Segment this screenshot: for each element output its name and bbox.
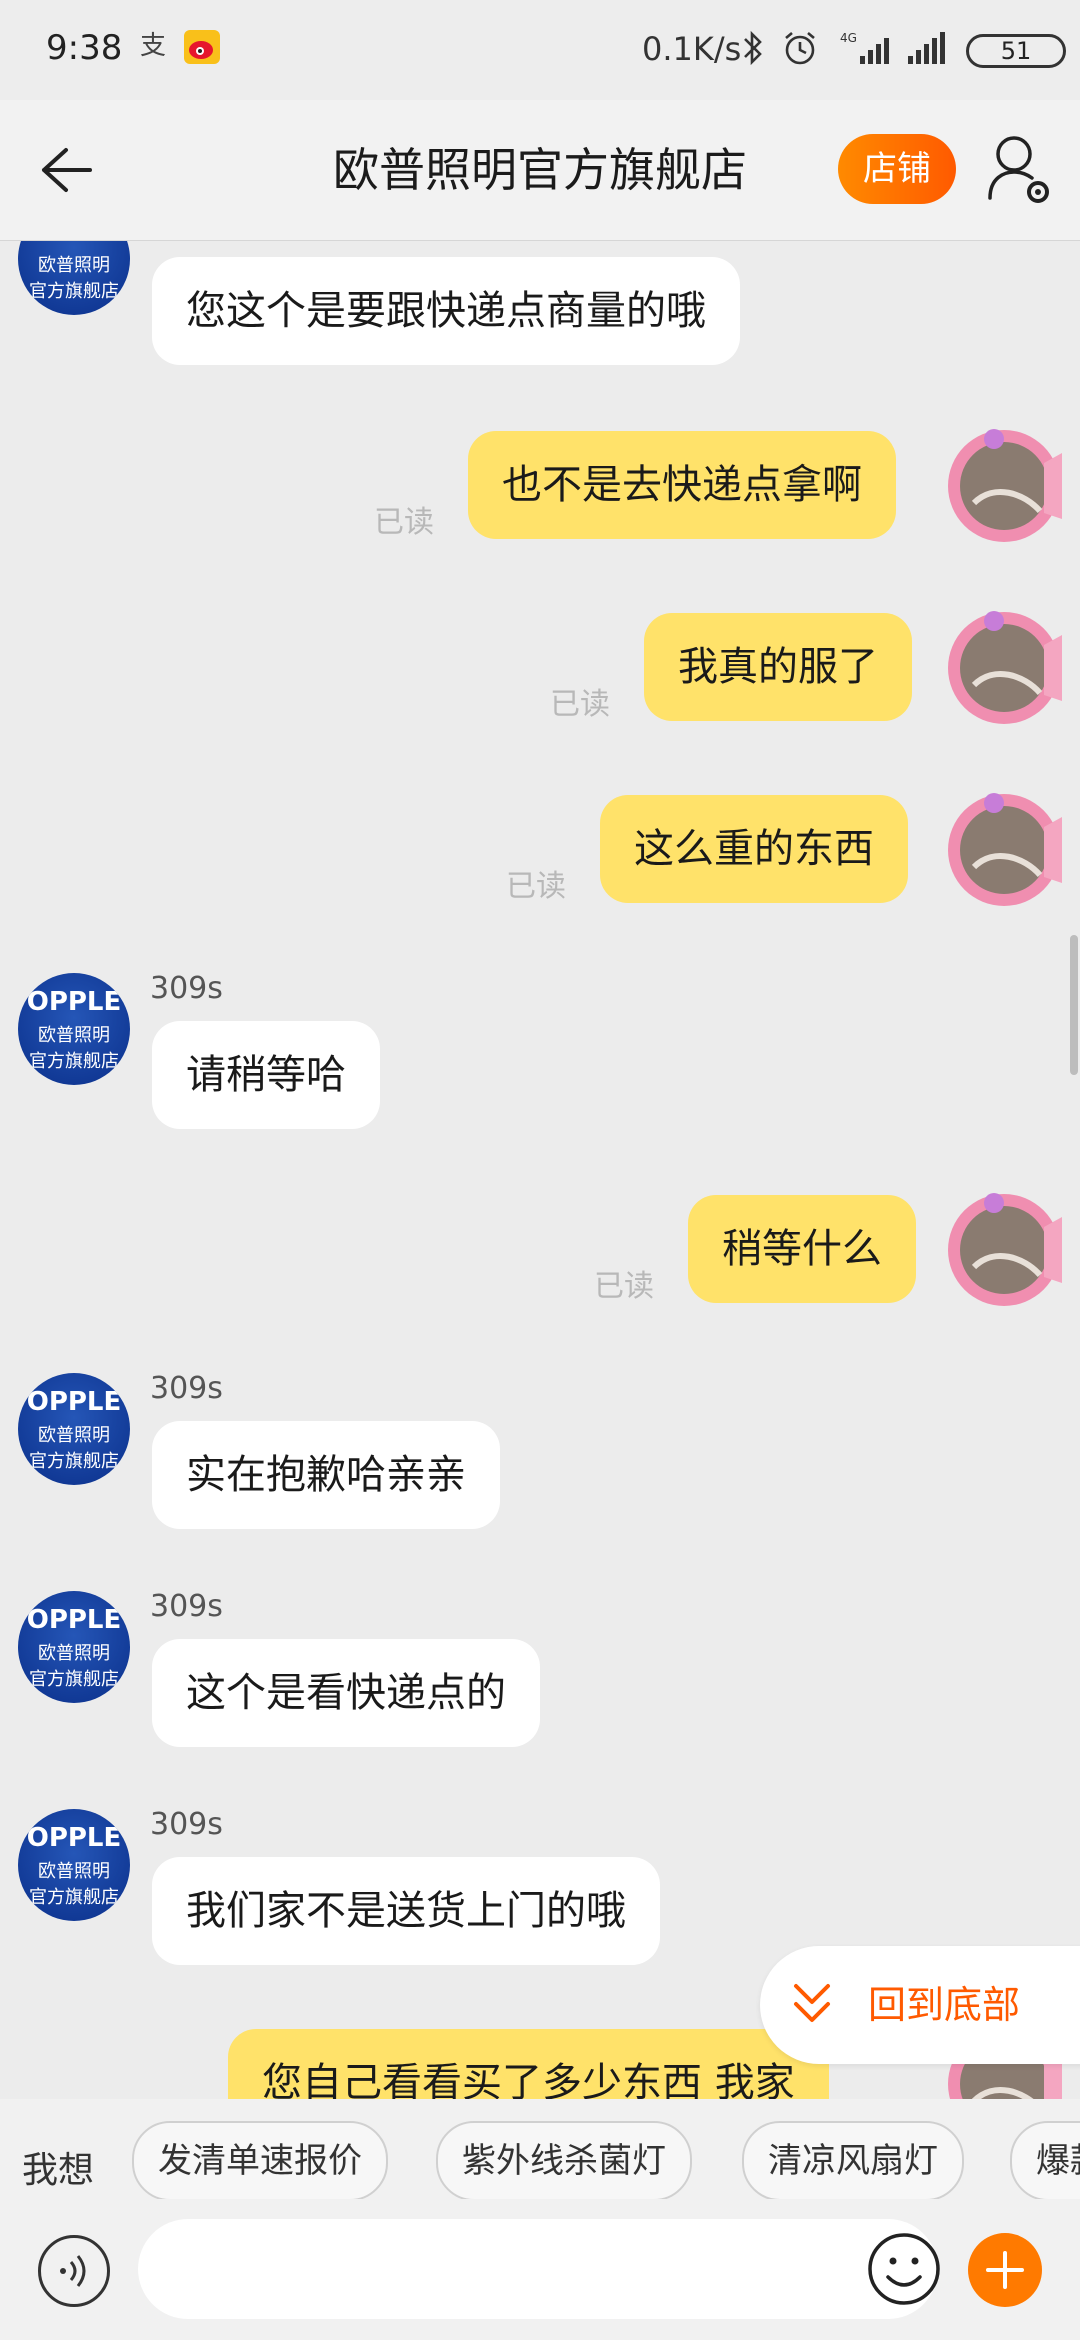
quick-reply-chip[interactable]: 紫外线杀菌灯 [436, 2121, 692, 2201]
message-bubble[interactable]: 稍等什么 [688, 1195, 916, 1303]
quick-reply-chip[interactable]: 爆款 [1010, 2121, 1080, 2201]
read-status: 已读 [374, 505, 434, 540]
user-avatar[interactable] [944, 1187, 1070, 1313]
alarm-icon [782, 30, 818, 74]
message-bubble[interactable]: 这个是看快递点的 [152, 1639, 540, 1747]
message-bubble[interactable]: 也不是去快递点拿啊 [468, 431, 896, 539]
sender-nickname: 309s [150, 1807, 223, 1842]
battery-icon: 51 [966, 34, 1066, 68]
message-bubble[interactable]: 您这个是要跟快递点商量的哦 [152, 257, 740, 365]
status-bar: 9:38 支 0.1K/s 4G 51 [0, 0, 1080, 100]
message-bubble[interactable]: 这么重的东西 [600, 795, 908, 903]
weibo-icon [184, 30, 220, 72]
shop-avatar[interactable]: OPPLE 欧普照明 官方旗舰店 [18, 1809, 130, 1921]
double-chevron-down-icon [782, 1974, 842, 2034]
scrollbar-thumb[interactable] [1070, 935, 1078, 1075]
store-button[interactable]: 店铺 [838, 134, 956, 204]
chat-header: 欧普照明官方旗舰店 店铺 [0, 100, 1080, 241]
message-bubble[interactable]: 实在抱歉哈亲亲 [152, 1421, 500, 1529]
read-status: 已读 [594, 1269, 654, 1304]
shop-avatar[interactable]: OPPLE 欧普照明 官方旗舰店 [18, 241, 130, 315]
plus-icon[interactable] [968, 2233, 1042, 2307]
quick-reply-chip[interactable]: 清凉风扇灯 [742, 2121, 964, 2201]
signal-icon: 4G [838, 30, 898, 78]
message-bubble[interactable]: 您自己看看买了多少东西 我家 [228, 2029, 829, 2099]
signal-icon [904, 30, 952, 78]
status-time: 9:38 [46, 28, 123, 68]
sender-nickname: 309s [150, 971, 223, 1006]
message-input[interactable] [138, 2219, 938, 2319]
page-title: 欧普照明官方旗舰店 [333, 143, 747, 197]
svg-text:支: 支 [140, 31, 166, 60]
read-status: 已读 [506, 869, 566, 904]
user-avatar[interactable] [944, 423, 1070, 549]
user-avatar[interactable] [944, 787, 1070, 913]
sender-nickname: 309s [150, 1371, 223, 1406]
bluetooth-icon [742, 30, 764, 74]
shop-avatar[interactable]: OPPLE 欧普照明 官方旗舰店 [18, 1591, 130, 1703]
voice-icon[interactable] [38, 2235, 110, 2307]
chat-messages[interactable]: OPPLE 欧普照明 官方旗舰店 您这个是要跟快递点商量的哦 已读 也不是去快递… [0, 241, 1080, 2099]
message-bubble[interactable]: 我真的服了 [644, 613, 912, 721]
emoji-icon[interactable] [866, 2231, 942, 2307]
sender-nickname: 309s [150, 1589, 223, 1624]
user-avatar[interactable] [944, 605, 1070, 731]
network-type: 4G [840, 31, 857, 45]
message-bubble[interactable]: 我们家不是送货上门的哦 [152, 1857, 660, 1965]
message-input-bar [0, 2199, 1080, 2340]
shop-avatar[interactable]: OPPLE 欧普照明 官方旗舰店 [18, 973, 130, 1085]
quick-reply-chip[interactable]: 发清单速报价 [132, 2121, 388, 2201]
alipay-icon: 支 [138, 30, 172, 68]
scroll-to-bottom-label: 回到底部 [868, 1983, 1021, 2027]
message-bubble[interactable]: 请稍等哈 [152, 1021, 380, 1129]
scroll-to-bottom-button[interactable]: 回到底部 [760, 1946, 1080, 2064]
back-arrow-icon[interactable] [36, 140, 96, 200]
quick-reply-label: 我想 [22, 2150, 95, 2191]
shop-avatar[interactable]: OPPLE 欧普照明 官方旗舰店 [18, 1373, 130, 1485]
read-status: 已读 [550, 687, 610, 722]
network-speed: 0.1K/s [642, 30, 742, 68]
user-settings-icon[interactable] [984, 130, 1056, 210]
